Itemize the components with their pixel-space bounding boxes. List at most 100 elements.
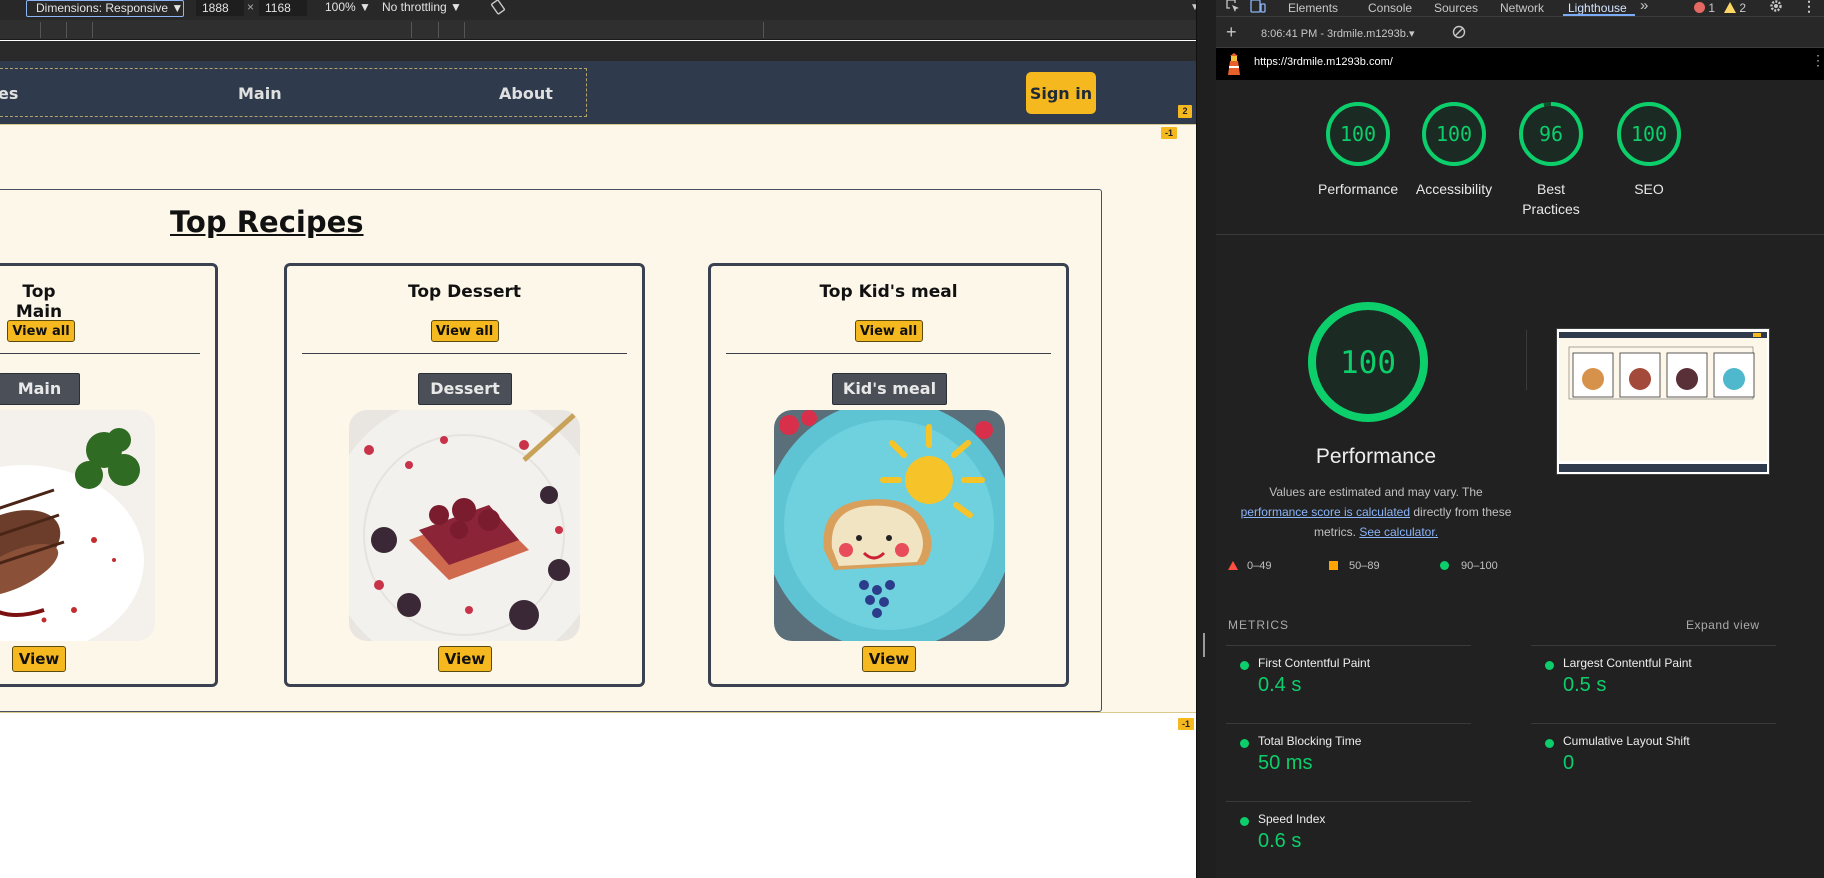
view-all-button[interactable]: View all <box>7 320 75 342</box>
good-dot-icon <box>1545 739 1554 748</box>
recipe-tag: Main test <box>0 373 80 428</box>
metrics-heading: METRICS <box>1228 618 1289 632</box>
performance-title: Performance <box>1315 445 1437 468</box>
good-dot-icon <box>1240 661 1249 670</box>
active-tab-indicator <box>1563 14 1635 16</box>
main-dish-image[interactable] <box>0 410 155 641</box>
error-count[interactable]: 1 <box>1694 1 1715 15</box>
legend-poor: 0–49 <box>1228 560 1271 572</box>
gauge-value: 100 <box>1631 122 1667 146</box>
metric-name: First Contentful Paint <box>1258 656 1371 670</box>
kids-meal-image[interactable] <box>774 410 1005 641</box>
gauge-value: 96 <box>1539 122 1563 146</box>
height-input[interactable]: 1168 <box>259 0 307 16</box>
throttling-select[interactable]: No throttling ▼ <box>382 0 462 16</box>
score-accessibility[interactable]: 100 Accessibility <box>1414 100 1494 199</box>
card-title: Top Kid's meal <box>819 282 958 302</box>
ruler-bar <box>0 41 1208 61</box>
metric-value: 0.5 s <box>1563 674 1607 696</box>
times-sign: × <box>247 0 255 14</box>
settings-gear-icon[interactable] <box>1769 0 1783 16</box>
media-query-ruler <box>0 20 1208 40</box>
view-button[interactable]: View <box>862 646 916 672</box>
view-all-button[interactable]: View all <box>430 320 499 342</box>
nav-link-recipes[interactable]: es <box>0 84 18 103</box>
view-button[interactable]: View <box>12 646 66 672</box>
gauge-label: Accessibility <box>1415 181 1493 197</box>
score-performance[interactable]: 100 Performance <box>1318 100 1398 199</box>
tab-sources[interactable]: Sources <box>1434 1 1478 15</box>
inspect-icon[interactable] <box>1226 0 1240 16</box>
gauge-value: 100 <box>1340 122 1376 146</box>
report-url-bar: https://3rdmile.m1293b.com/ ⋮ <box>1216 48 1824 80</box>
gauge-label: Best Practices <box>1522 181 1580 217</box>
metric-value: 0.4 s <box>1258 674 1302 696</box>
new-report-icon[interactable]: + <box>1226 22 1237 43</box>
metric-name: Total Blocking Time <box>1258 734 1362 748</box>
gauge-value: 100 <box>1436 122 1472 146</box>
gauge-label: SEO <box>1634 181 1664 197</box>
rotate-icon[interactable] <box>490 0 506 15</box>
dessert-image[interactable] <box>349 410 580 641</box>
lighthouse-toolbar: + 8:06:41 PM - 3rdmile.m1293b.▾ <box>1216 18 1824 48</box>
device-toggle-icon[interactable] <box>1250 0 1266 16</box>
metric-value: 0 <box>1563 752 1575 774</box>
card-divider <box>726 353 1051 354</box>
tab-lighthouse[interactable]: Lighthouse <box>1568 1 1627 15</box>
nav-link-about[interactable]: About <box>499 84 553 103</box>
recipe-card-kids: Top Kid's meal View all Kid's meal test … <box>708 263 1069 687</box>
report-select[interactable]: 8:06:41 PM - 3rdmile.m1293b.▾ <box>1261 27 1414 40</box>
sign-in-button[interactable]: Sign in <box>1026 72 1096 114</box>
device-toolbar: Dimensions: Responsive ▼ 1888 × 1168 100… <box>0 0 1208 20</box>
site-navbar: es Main About Sign in <box>0 61 1196 124</box>
more-tabs-icon[interactable]: » <box>1640 0 1648 14</box>
gauge-ring: 100 <box>1326 102 1390 166</box>
view-button[interactable]: View <box>438 646 492 672</box>
legend-average: 50–89 <box>1329 560 1380 572</box>
tab-network[interactable]: Network <box>1500 1 1544 15</box>
legend-good: 90–100 <box>1440 560 1498 572</box>
good-dot-icon <box>1240 817 1249 826</box>
tab-elements[interactable]: Elements <box>1288 1 1338 15</box>
width-input[interactable]: 1888 <box>196 0 244 16</box>
good-dot-icon <box>1240 739 1249 748</box>
see-calculator-link[interactable]: See calculator. <box>1359 525 1438 539</box>
score-best-practices[interactable]: 96 Best Practices <box>1511 100 1591 219</box>
metric-name: Speed Index <box>1258 812 1326 826</box>
recipe-tag: Dessert test <box>418 373 512 428</box>
gauge-ring: 96 <box>1519 102 1583 166</box>
kebab-menu-icon[interactable]: ⋮ <box>1802 0 1816 15</box>
lighthouse-logo-icon <box>1226 53 1242 78</box>
card-title: Top Dessert <box>407 282 522 302</box>
final-screenshot-thumbnail[interactable] <box>1556 328 1770 475</box>
dimensions-select[interactable]: Dimensions: Responsive ▼ <box>26 0 184 17</box>
report-url[interactable]: https://3rdmile.m1293b.com/ <box>1254 56 1393 68</box>
warning-count[interactable]: 2 <box>1724 1 1746 15</box>
panel-title: Top Recipes <box>170 205 364 239</box>
tab-console[interactable]: Console <box>1368 1 1412 15</box>
expand-view-toggle[interactable]: Expand view <box>1686 618 1760 632</box>
section-divider <box>1216 234 1824 235</box>
clear-icon[interactable] <box>1452 25 1466 42</box>
error-count-text: 1 <box>1708 1 1716 15</box>
zoom-select[interactable]: 100% ▼ <box>325 0 371 16</box>
nav-link-main[interactable]: Main <box>238 84 282 103</box>
view-all-button[interactable]: View all <box>854 320 923 342</box>
devtools-panel: Elements Console Sources Network Lightho… <box>1216 0 1824 878</box>
score-seo[interactable]: 100 SEO <box>1609 100 1689 199</box>
gauge-ring: 100 <box>1617 102 1681 166</box>
overlay-badge: -1 <box>1161 127 1177 139</box>
warning-icon <box>1724 2 1736 13</box>
card-title: Top Main <box>15 282 63 322</box>
warning-count-text: 2 <box>1739 1 1747 15</box>
metric-value: 50 ms <box>1258 752 1313 774</box>
device-viewport-pane: Dimensions: Responsive ▼ 1888 × 1168 100… <box>0 0 1208 878</box>
score-calc-link[interactable]: performance score is calculated <box>1241 505 1410 519</box>
report-menu-icon[interactable]: ⋮ <box>1811 52 1824 69</box>
panel-splitter[interactable] <box>1196 0 1218 878</box>
card-divider <box>302 353 627 354</box>
recipe-card-main: Top Main View all Main test View <box>0 263 218 687</box>
gauge-ring: 100 <box>1422 102 1486 166</box>
grid-badge: 2 <box>1178 105 1192 118</box>
error-icon <box>1694 2 1705 13</box>
